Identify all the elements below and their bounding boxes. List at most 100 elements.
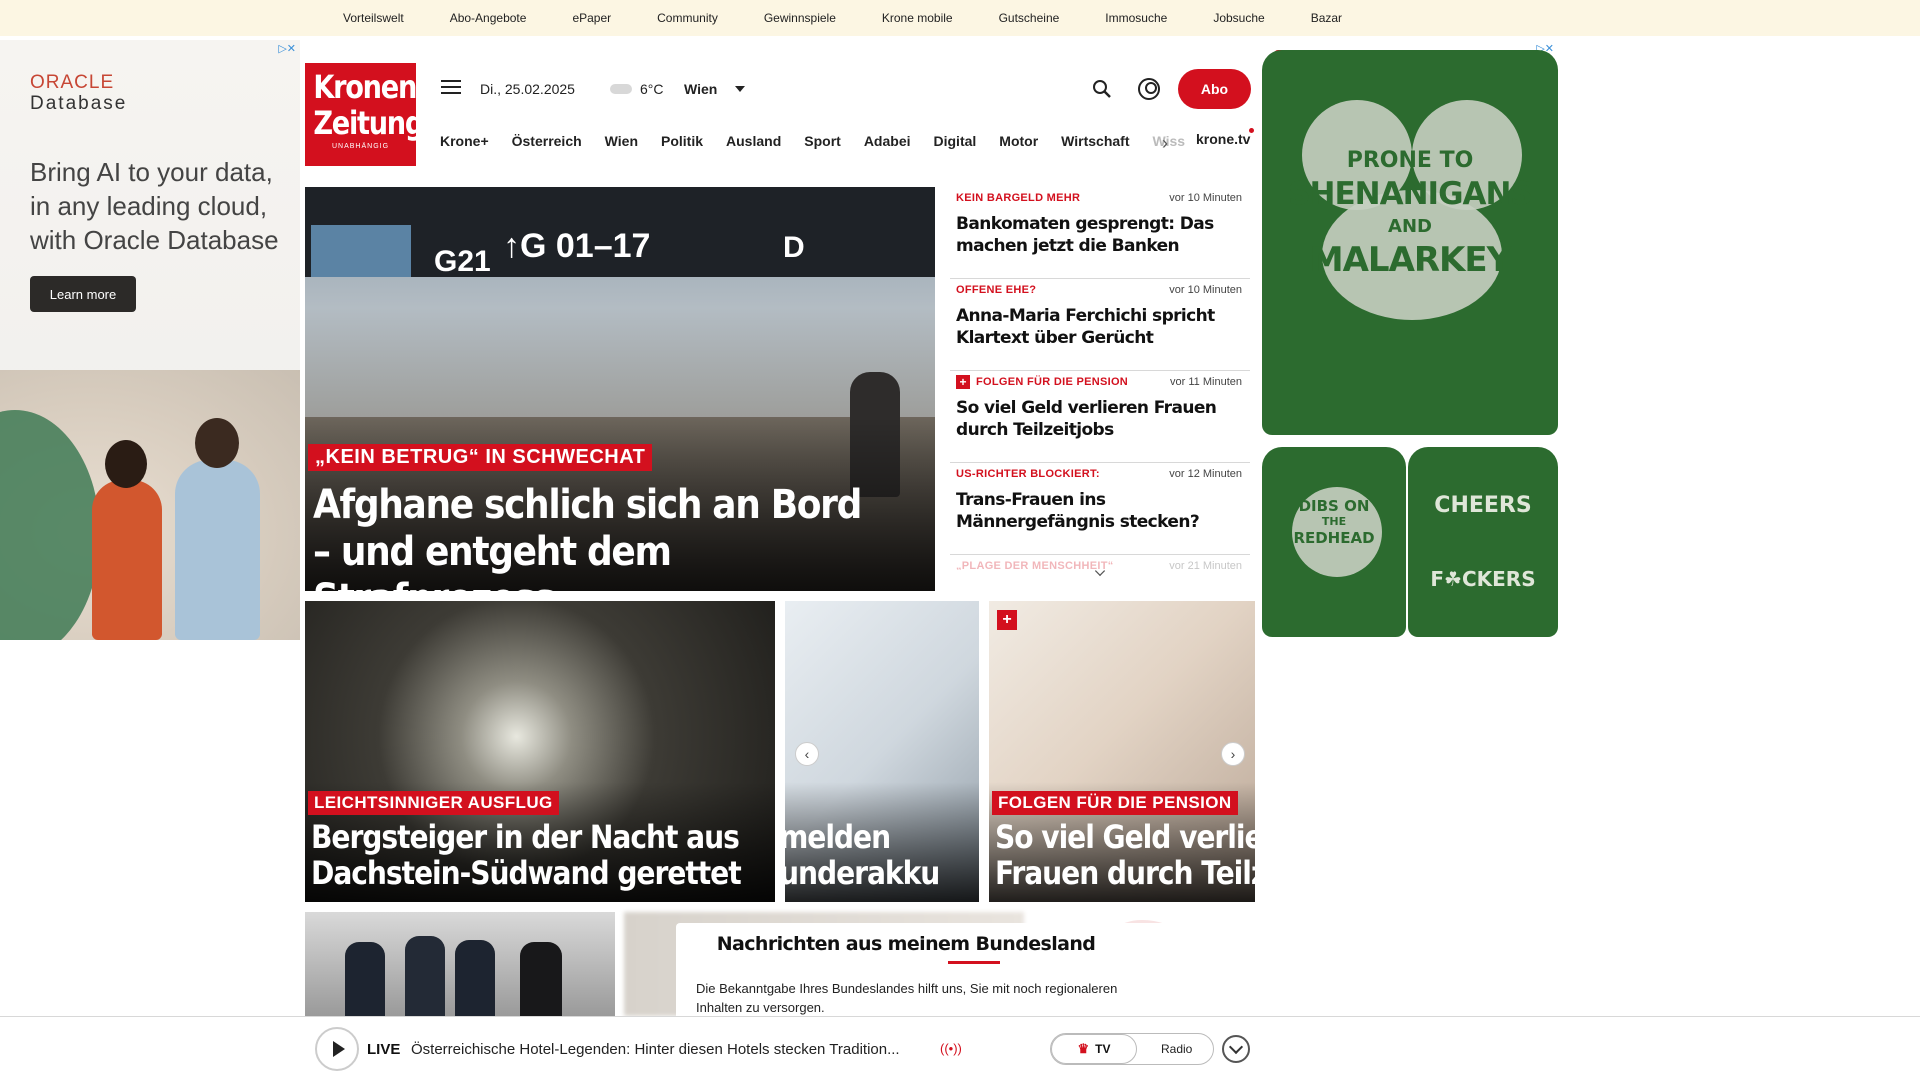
- nav-wien[interactable]: Wien: [605, 133, 638, 149]
- news-kicker: FOLGEN FÜR DIE PENSION: [976, 376, 1129, 388]
- news-title[interactable]: Trans-Frauen ins Männergefängnis stecken…: [956, 489, 1226, 533]
- news-title[interactable]: Anna-Maria Ferchichi spricht Klartext üb…: [956, 305, 1226, 349]
- region-selector[interactable]: Wien: [684, 81, 717, 97]
- kroneplus-icon: +: [956, 375, 970, 389]
- tv-radio-toggle[interactable]: ♛ TV Radio: [1050, 1033, 1214, 1065]
- link-vorteilswelt[interactable]: Vorteilswelt: [343, 11, 404, 25]
- news-time: vor 10 Minuten: [1169, 284, 1242, 296]
- learn-more-button[interactable]: Learn more: [30, 276, 136, 312]
- tv-toggle[interactable]: ♛ TV: [1051, 1034, 1137, 1064]
- news-time: vor 10 Minuten: [1169, 192, 1242, 204]
- news-item[interactable]: + FOLGEN FÜR DIE PENSION vor 11 Minuten …: [950, 371, 1250, 463]
- shirt-text: MALARKEY: [1309, 240, 1512, 280]
- nav-politik[interactable]: Politik: [661, 133, 703, 149]
- shirt-text: THE: [1321, 515, 1347, 528]
- link-krone-mobile[interactable]: Krone mobile: [882, 11, 953, 25]
- bundesland-title: Nachrichten aus meinem Bundesland: [716, 933, 1096, 955]
- link-epaper[interactable]: ePaper: [572, 11, 611, 25]
- chevron-down-icon[interactable]: [1222, 1035, 1250, 1063]
- news-title[interactable]: So viel Geld verlieren Frauen durch Teil…: [956, 397, 1226, 441]
- link-abo-angebote[interactable]: Abo-Angebote: [450, 11, 527, 25]
- tshirt-ad[interactable]: in ▷✕ PRONE TO SHENANIGANS AND MALARKEY …: [1262, 40, 1558, 637]
- photo-person: [405, 936, 445, 1016]
- nav-kroneplus[interactable]: Krone+: [440, 133, 489, 149]
- tile-title-line: Frauen durch Teilz: [995, 854, 1255, 892]
- ad-person-man: [175, 460, 260, 640]
- cloud-icon: [610, 84, 632, 94]
- hero-story[interactable]: G21 ↑G 01–17 D „KEIN BETRUG“ IN SCHWECHA…: [305, 187, 935, 591]
- live-label: LIVE: [367, 1041, 401, 1058]
- current-date: Di., 25.02.2025: [480, 81, 575, 97]
- tile-title-line: So viel Geld verlie: [995, 818, 1255, 856]
- story-tile[interactable]: + FOLGEN FÜR DIE PENSION So viel Geld ve…: [989, 601, 1255, 902]
- shirt-text: PRONE TO: [1346, 148, 1474, 173]
- news-title[interactable]: Bankomaten gesprengt: Das machen jetzt d…: [956, 213, 1226, 257]
- link-gewinnspiele[interactable]: Gewinnspiele: [764, 11, 836, 25]
- main-nav: Krone+ Österreich Wien Politik Ausland S…: [440, 131, 1185, 151]
- user-account-icon[interactable]: [1138, 78, 1160, 100]
- tile-kicker: LEICHTSINNIGER AUSFLUG: [308, 791, 559, 815]
- utility-links: Vorteilswelt Abo-Angebote ePaper Communi…: [343, 0, 1388, 36]
- story-tile[interactable]: LEICHTSINNIGER AUSFLUG Bergsteiger in de…: [305, 601, 775, 902]
- news-item[interactable]: KEIN BARGELD MEHR vor 10 Minuten Bankoma…: [950, 187, 1250, 279]
- ad-brand-product: Database: [30, 93, 128, 114]
- news-time: vor 12 Minuten: [1169, 468, 1242, 480]
- link-immosuche[interactable]: Immosuche: [1105, 11, 1167, 25]
- nav-adabei[interactable]: Adabei: [864, 133, 911, 149]
- ad-headline: Bring AI to your data, in any leading cl…: [30, 157, 279, 255]
- adchoices-icon[interactable]: ▷✕: [278, 42, 296, 55]
- nav-wissen[interactable]: Wiss: [1153, 133, 1186, 149]
- nav-krone-tv[interactable]: krone.tv: [1196, 131, 1250, 147]
- nav-sport[interactable]: Sport: [804, 133, 841, 149]
- tile-title-line: melden: [785, 818, 891, 856]
- story-tile-partial[interactable]: [305, 912, 615, 1016]
- logo-text-2: Zeitung: [313, 104, 424, 142]
- shirt-text: SHENANIGANS: [1288, 176, 1533, 212]
- caret-down-icon[interactable]: [735, 86, 745, 92]
- carousel-next-button[interactable]: ›: [1221, 742, 1245, 766]
- krone-logo[interactable]: Kronen Zeitung UNABHÄNGIG: [305, 63, 424, 166]
- shirt-text: CHEERS: [1434, 493, 1532, 518]
- nav-ausland[interactable]: Ausland: [726, 133, 781, 149]
- hero-image-gate-d: D: [783, 231, 805, 264]
- abo-button[interactable]: Abo: [1178, 69, 1251, 109]
- tile-title: melden underakku: [785, 819, 979, 891]
- logo-tagline: UNABHÄNGIG: [331, 143, 390, 150]
- hero-image-signboard: G21 ↑G 01–17 D: [305, 187, 935, 278]
- search-icon[interactable]: [1092, 79, 1112, 99]
- crown-icon: ♛: [1077, 1041, 1090, 1056]
- link-gutscheine[interactable]: Gutscheine: [999, 11, 1060, 25]
- play-icon[interactable]: [315, 1027, 359, 1071]
- menu-icon[interactable]: [441, 80, 461, 98]
- news-item[interactable]: US-RICHTER BLOCKIERT: vor 12 Minuten Tra…: [950, 463, 1250, 555]
- nav-wirtschaft[interactable]: Wirtschaft: [1061, 133, 1129, 149]
- radio-toggle[interactable]: Radio: [1161, 1042, 1192, 1056]
- ad-person-man-head: [195, 418, 239, 468]
- shirt-text: REDHEAD: [1293, 529, 1375, 547]
- link-bazar[interactable]: Bazar: [1311, 11, 1342, 25]
- kroneplus-icon: +: [997, 610, 1017, 630]
- tshirt-small-left: DIBS ON THE REDHEAD: [1262, 447, 1406, 637]
- hero-kicker: „KEIN BETRUG“ IN SCHWECHAT: [308, 444, 653, 471]
- photo-person: [520, 942, 562, 1016]
- link-community[interactable]: Community: [657, 11, 718, 25]
- nav-motor[interactable]: Motor: [999, 133, 1038, 149]
- tile-title-line: underakku: [785, 854, 940, 892]
- link-jobsuche[interactable]: Jobsuche: [1213, 11, 1264, 25]
- news-time: vor 21 Minuten: [1169, 560, 1242, 570]
- nav-scroll-right-icon[interactable]: ›: [1162, 133, 1168, 154]
- tile-title-line: Dachstein-Südwand gerettet: [311, 854, 742, 892]
- hero-image-gates-label: ↑G 01–17: [503, 227, 651, 265]
- carousel-prev-button[interactable]: ‹: [795, 742, 819, 766]
- news-item[interactable]: OFFENE EHE? vor 10 Minuten Anna-Maria Fe…: [950, 279, 1250, 371]
- top-utility-bar: Vorteilswelt Abo-Angebote ePaper Communi…: [0, 0, 1920, 36]
- news-kicker: OFFENE EHE?: [956, 284, 1037, 296]
- tile-title: So viel Geld verlie Frauen durch Teilz: [995, 819, 1255, 891]
- nav-digital[interactable]: Digital: [934, 133, 977, 149]
- oracle-ad[interactable]: ▷✕ ORACLE Database Bring AI to your data…: [0, 40, 300, 640]
- live-title[interactable]: Österreichische Hotel-Legenden: Hinter d…: [411, 1041, 931, 1058]
- news-kicker: „PLAGE DER MENSCHHEIT“: [956, 560, 1114, 570]
- title-underline: [948, 961, 1000, 964]
- nav-oesterreich[interactable]: Österreich: [512, 133, 582, 149]
- hero-title[interactable]: Afghane schlich sich an Bord – und entge…: [313, 482, 871, 591]
